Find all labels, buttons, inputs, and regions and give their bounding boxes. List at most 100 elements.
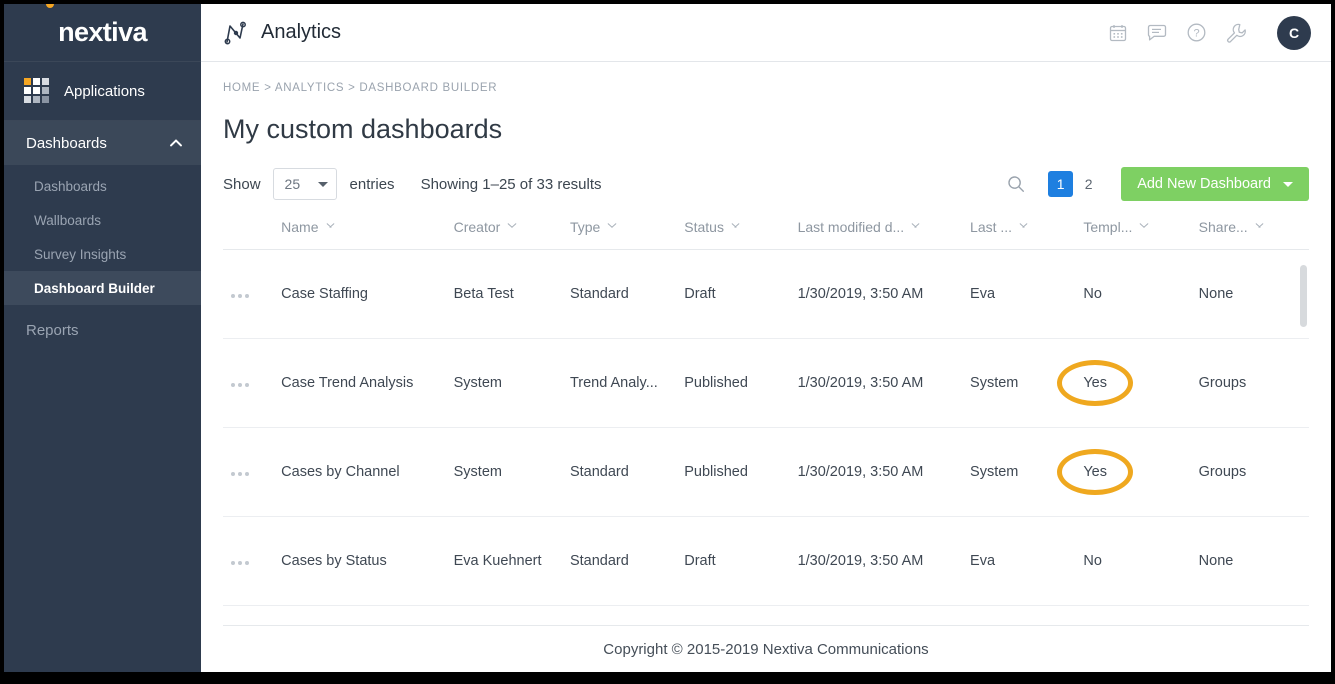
chevron-down-icon [317,181,328,187]
sidebar-item-applications[interactable]: Applications [4,62,201,121]
table-row[interactable]: Cases by Channel System Standard Publish… [223,427,1309,517]
col-header-label: Status [684,219,724,235]
sidebar-item-reports[interactable]: Reports [4,311,201,349]
cell-last-modified: 1/30/2019, 3:50 AM [797,427,971,517]
table-row[interactable]: Case Staffing Beta Test Standard Draft 1… [223,249,1309,339]
wrench-icon[interactable] [1225,22,1247,44]
col-header-name[interactable]: Name [281,219,454,250]
sidebar-item-survey-insights[interactable]: Survey Insights [4,237,201,271]
dashboards-table: Name Creator Type Status Last modified d… [223,219,1309,606]
top-bar: Analytics ? C [201,4,1331,62]
col-header-shared[interactable]: Share... [1198,219,1309,250]
col-header-label: Creator [453,219,501,235]
template-text: No [1083,286,1102,302]
col-header-last-modified-by[interactable]: Last ... [970,219,1084,250]
cell-last-modified-by: Eva [970,249,1084,339]
cell-last-modified-by: System [970,338,1084,428]
page-size-select[interactable]: 25 [272,168,337,200]
avatar[interactable]: C [1277,15,1311,50]
template-value: No [1083,553,1102,569]
entries-label: entries [349,175,395,193]
showing-results-label: Showing 1–25 of 33 results [420,175,602,193]
cell-shared: None [1198,516,1309,606]
chevron-down-icon [1255,224,1264,230]
nextiva-logo[interactable]: nextiva [4,4,201,62]
page-button-2[interactable]: 2 [1076,171,1101,197]
col-header-label: Share... [1198,219,1248,235]
cell-status: Published [684,427,798,517]
chevron-down-icon [1139,224,1148,230]
chevron-down-icon [607,224,616,230]
col-header-label: Templ... [1083,219,1133,235]
col-header-creator[interactable]: Creator [453,219,570,250]
main-area: Analytics ? C HOME > ANALYTICS > DASHBOA… [201,4,1331,672]
cell-template: Yes [1057,338,1199,428]
sidebar-section-dashboards[interactable]: Dashboards [4,121,201,165]
cell-status: Draft [684,249,798,339]
search-icon[interactable] [1006,174,1026,194]
table-scrollbar[interactable] [1300,265,1307,327]
breadcrumb[interactable]: HOME > ANALYTICS > DASHBOARD BUILDER [223,82,1309,94]
row-menu-icon[interactable] [223,561,249,565]
sidebar-item-label: Reports [26,321,79,339]
cell-creator: System [453,427,570,517]
cell-name[interactable]: Case Trend Analysis [281,338,454,428]
cell-last-modified: 1/30/2019, 3:50 AM [797,249,971,339]
template-value: No [1083,286,1102,302]
cell-creator: Eva Kuehnert [453,516,570,606]
col-header-label: Last ... [970,219,1013,235]
calendar-icon[interactable] [1108,23,1128,43]
applications-label: Applications [64,82,145,100]
row-menu-icon[interactable] [223,472,249,476]
sidebar-item-label: Dashboards [34,178,107,194]
col-header-label: Last modified d... [797,219,905,235]
nextiva-logo-text: nextiva [58,17,147,47]
chevron-down-icon [731,224,740,230]
chevron-down-icon [326,224,335,230]
row-menu-icon[interactable] [223,383,249,387]
cell-type: Standard [569,516,685,606]
nextiva-logo-dot-icon [46,4,54,8]
app-window: nextiva Applications Dashboards Dashboar… [4,4,1331,672]
template-text: No [1083,553,1102,569]
col-header-last-modified[interactable]: Last modified d... [797,219,971,250]
col-header-menu [223,219,282,250]
cell-status: Draft [684,516,798,606]
table-row[interactable]: Cases by Status Eva Kuehnert Standard Dr… [223,516,1309,606]
cell-type: Standard [569,427,685,517]
cell-type: Standard [569,249,685,339]
cell-template: Yes [1057,427,1199,517]
sidebar-section-label: Dashboards [26,134,107,152]
cell-name[interactable]: Cases by Channel [281,427,454,517]
template-value-highlighted: Yes [1057,360,1134,406]
add-new-dashboard-button[interactable]: Add New Dashboard [1121,167,1309,201]
page-size-value: 25 [284,176,301,192]
sidebar-item-dashboards[interactable]: Dashboards [4,169,201,203]
chat-icon[interactable] [1146,23,1168,43]
copyright-text: Copyright © 2015-2019 Nextiva Communicat… [603,640,929,658]
cell-name[interactable]: Cases by Status [281,516,454,606]
cell-status: Published [684,338,798,428]
chevron-up-icon [169,139,183,148]
content-area: HOME > ANALYTICS > DASHBOARD BUILDER My … [201,62,1331,672]
page-button-1[interactable]: 1 [1048,171,1074,197]
cell-template: No [1083,516,1199,606]
col-header-template[interactable]: Templ... [1083,219,1199,250]
cell-name[interactable]: Case Staffing [281,249,454,339]
sidebar-item-wallboards[interactable]: Wallboards [4,203,201,237]
row-menu-icon[interactable] [223,294,249,298]
chevron-down-icon [911,224,920,230]
row-menu-cell [223,516,282,606]
svg-text:?: ? [1193,28,1199,40]
row-menu-cell [223,338,282,428]
sidebar-subitems: Dashboards Wallboards Survey Insights Da… [4,165,201,311]
cell-last-modified-by: Eva [970,516,1084,606]
table-row[interactable]: Case Trend Analysis System Trend Analy..… [223,338,1309,428]
col-header-status[interactable]: Status [684,219,798,250]
sidebar-item-dashboard-builder[interactable]: Dashboard Builder [4,271,201,305]
sidebar: nextiva Applications Dashboards Dashboar… [4,4,201,672]
row-menu-cell [223,427,282,517]
col-header-type[interactable]: Type [569,219,685,250]
avatar-initial: C [1288,24,1300,41]
help-icon[interactable]: ? [1186,22,1207,43]
